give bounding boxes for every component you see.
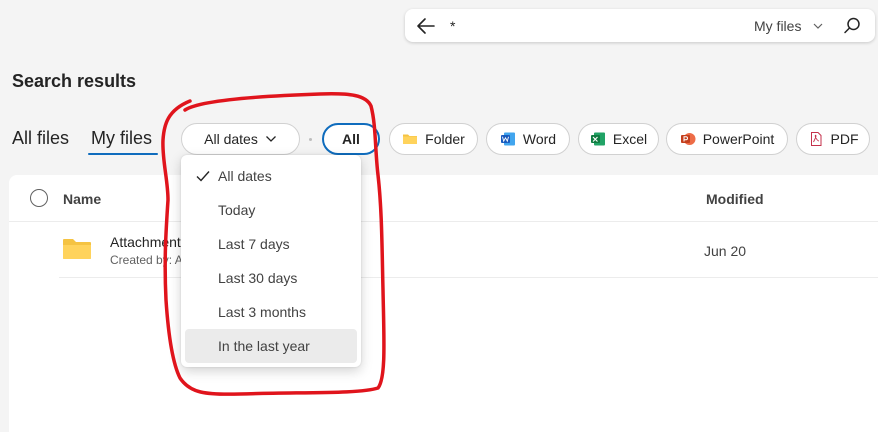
file-modified-date: Jun 20 — [704, 243, 747, 259]
menu-item-label: Last 3 months — [218, 304, 306, 320]
menu-item-today[interactable]: Today — [185, 193, 357, 227]
menu-item-label: In the last year — [218, 338, 310, 354]
filter-folder-label: Folder — [425, 131, 465, 147]
menu-item-all-dates[interactable]: All dates — [185, 159, 357, 193]
menu-item-label: Last 30 days — [218, 270, 298, 286]
filter-powerpoint-button[interactable]: PowerPoint — [666, 123, 788, 155]
tab-all-files[interactable]: All files — [12, 128, 69, 149]
powerpoint-icon — [680, 133, 696, 145]
back-arrow-icon[interactable] — [415, 15, 437, 37]
date-filter-dropdown[interactable]: All dates — [181, 123, 300, 155]
filter-excel-label: Excel — [612, 131, 648, 147]
menu-item-last-3-months[interactable]: Last 3 months — [185, 295, 357, 329]
filter-pdf-button[interactable]: PDF — [796, 123, 870, 155]
filter-separator — [309, 138, 312, 141]
column-header-name[interactable]: Name — [63, 191, 101, 207]
filter-excel-button[interactable]: Excel — [578, 123, 659, 155]
select-all-checkbox[interactable] — [30, 189, 48, 207]
menu-item-last-30-days[interactable]: Last 30 days — [185, 261, 357, 295]
date-filter-label: All dates — [204, 131, 258, 147]
column-header-modified[interactable]: Modified — [706, 191, 764, 207]
search-scope-label[interactable]: My files — [754, 18, 801, 34]
menu-item-last-year[interactable]: In the last year — [185, 329, 357, 363]
filter-word-button[interactable]: Word — [486, 123, 570, 155]
active-tab-indicator — [88, 153, 158, 155]
file-name[interactable]: Attachment — [110, 234, 181, 250]
checkmark-icon — [196, 171, 210, 182]
page-title: Search results — [12, 71, 137, 91]
filter-powerpoint-label: PowerPoint — [702, 131, 775, 147]
filter-all-button[interactable]: All — [322, 123, 380, 155]
word-icon — [500, 132, 515, 146]
menu-item-last-7-days[interactable]: Last 7 days — [185, 227, 357, 261]
folder-icon — [63, 239, 91, 259]
filter-all-label: All — [342, 131, 360, 147]
search-icon[interactable] — [842, 16, 862, 36]
filter-pdf-label: PDF — [830, 131, 859, 147]
file-creator: Created by: A — [110, 253, 183, 267]
tab-my-files[interactable]: My files — [91, 128, 152, 149]
excel-icon — [590, 132, 605, 146]
pdf-icon — [810, 132, 821, 146]
chevron-down-icon[interactable] — [812, 20, 824, 32]
menu-item-label: Last 7 days — [218, 236, 290, 252]
folder-icon — [403, 134, 418, 144]
menu-item-label: Today — [218, 202, 256, 218]
menu-item-label: All dates — [218, 168, 272, 184]
search-query[interactable]: * — [450, 18, 455, 34]
filter-word-label: Word — [522, 131, 557, 147]
filter-folder-button[interactable]: Folder — [389, 123, 478, 155]
search-box[interactable]: * My files — [405, 9, 875, 42]
results-table: Name Modified Attachment Created by: A J… — [9, 175, 878, 432]
date-filter-menu: All dates Today Last 7 days Last 30 days… — [181, 155, 361, 367]
chevron-down-icon — [265, 136, 276, 142]
